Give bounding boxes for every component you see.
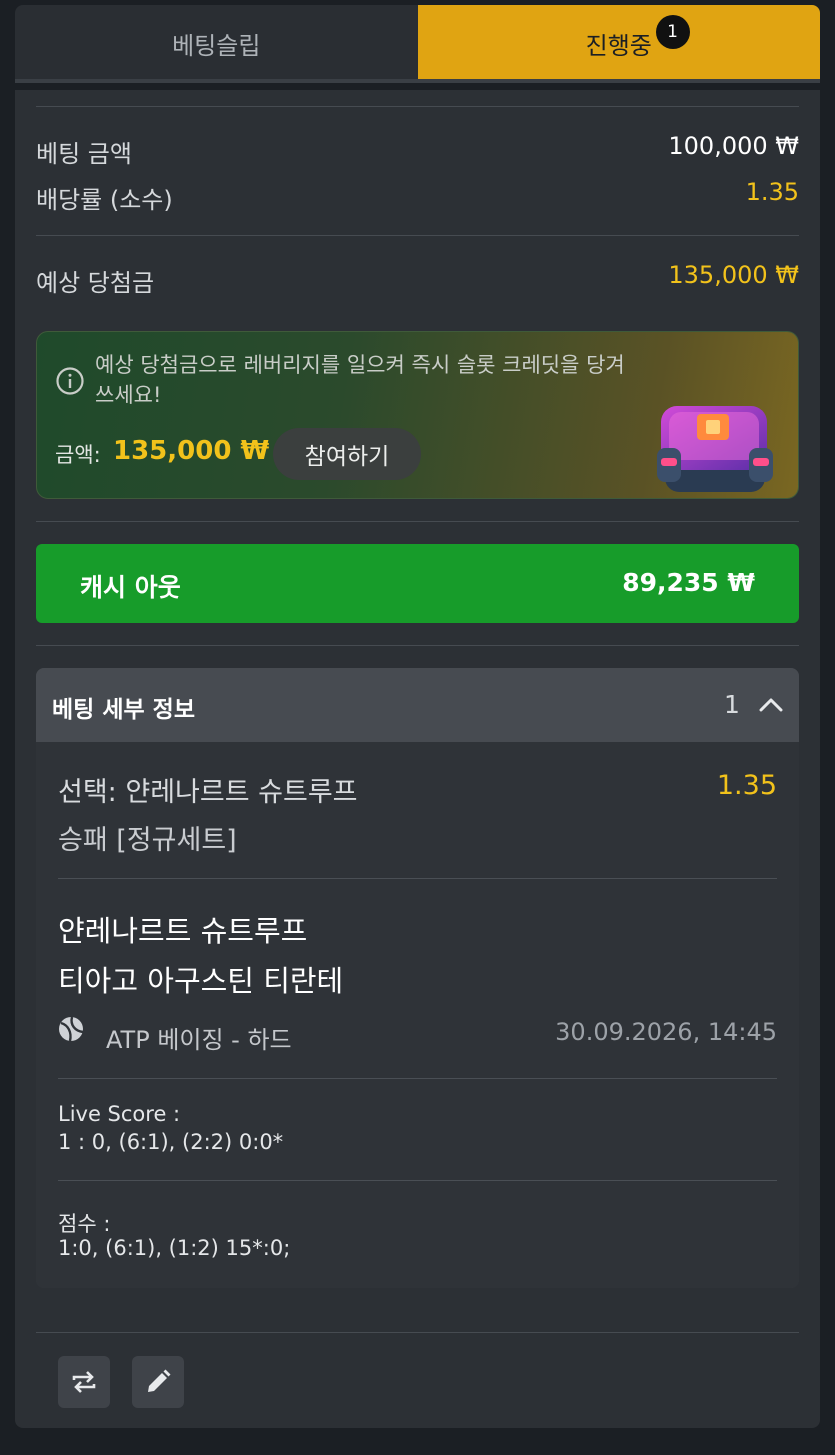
join-button[interactable]: 참여하기 <box>273 428 421 480</box>
reuse-bet-button[interactable] <box>58 1356 110 1408</box>
event-datetime: 30.09.2026, 14:45 <box>555 1018 777 1046</box>
league-name: ATP 베이징 - 하드 <box>106 1026 292 1054</box>
selection-count: 1 <box>724 690 740 719</box>
slot-credit-promo: 예상 당첨금으로 레버리지를 일으켜 즉시 슬롯 크레딧을 당겨 쓰세요! 금액… <box>36 331 799 499</box>
cashout-button[interactable]: 캐시 아웃 89,235 ₩ <box>36 544 799 623</box>
join-button-label: 참여하기 <box>304 444 390 470</box>
bet-details: 베팅 세부 정보 1 선택: 얀레나르트 슈트루프 승패 [정규세트] 1.35… <box>36 668 799 1288</box>
stake-label: 베팅 금액 <box>36 140 132 168</box>
count-badge: 1 <box>655 15 690 49</box>
repeat-icon <box>72 1371 96 1393</box>
score-label: 점수 : <box>58 1212 111 1236</box>
divider <box>58 1078 777 1079</box>
divider <box>36 1332 799 1333</box>
tab-in-progress-label: 진행중 <box>585 31 652 60</box>
team-home: 얀레나르트 슈트루프 <box>58 914 308 948</box>
stake-value: 100,000 ₩ <box>668 132 799 160</box>
tab-underline <box>15 79 820 83</box>
odds-label: 배당률 (소수) <box>36 186 173 214</box>
payout-value: 135,000 ₩ <box>668 261 799 289</box>
bet-details-header[interactable]: 베팅 세부 정보 1 <box>36 668 799 742</box>
cashout-label: 캐시 아웃 <box>80 573 181 602</box>
treasure-case-icon <box>657 406 773 492</box>
score-value: 1:0, (6:1), (1:2) 15*:0; <box>58 1236 291 1260</box>
live-score-label: Live Score : <box>58 1102 181 1126</box>
pencil-icon <box>148 1369 171 1392</box>
odds-value: 1.35 <box>745 178 799 206</box>
chevron-up-icon[interactable] <box>756 690 786 720</box>
promo-message: 예상 당첨금으로 레버리지를 일으켜 즉시 슬롯 크레딧을 당겨 쓰세요! <box>95 353 625 407</box>
promo-amount-value: 135,000 ₩ <box>113 436 270 466</box>
info-icon <box>56 367 84 395</box>
cashout-value: 89,235 ₩ <box>622 568 755 597</box>
divider <box>36 645 799 646</box>
divider <box>58 1180 777 1181</box>
promo-amount-label: 금액: <box>55 443 101 467</box>
bet-details-title: 베팅 세부 정보 <box>52 697 195 723</box>
tab-in-progress[interactable]: 진행중 1 <box>417 5 820 81</box>
edit-bet-button[interactable] <box>132 1356 184 1408</box>
divider <box>58 878 777 879</box>
tab-betslip[interactable]: 베팅슬립 <box>15 5 418 81</box>
team-away: 티아고 아구스틴 티란테 <box>58 964 344 998</box>
divider <box>36 235 799 236</box>
tab-bar: 베팅슬립 진행중 1 <box>15 5 820 81</box>
market-label: 승패 [정규세트] <box>58 825 237 856</box>
tab-betslip-label: 베팅슬립 <box>172 31 261 60</box>
payout-label: 예상 당첨금 <box>36 269 155 297</box>
live-score-value: 1 : 0, (6:1), (2:2) 0:0* <box>58 1130 284 1154</box>
bet-details-body: 선택: 얀레나르트 슈트루프 승패 [정규세트] 1.35 얀레나르트 슈트루프… <box>36 742 799 1288</box>
selection-label: 선택: 얀레나르트 슈트루프 <box>58 777 358 808</box>
divider <box>36 106 799 107</box>
tennis-ball-icon <box>59 1016 84 1042</box>
divider <box>36 521 799 522</box>
selection-odds: 1.35 <box>716 770 777 801</box>
bet-panel: 베팅 금액 100,000 ₩ 배당률 (소수) 1.35 예상 당첨금 135… <box>15 90 820 1428</box>
